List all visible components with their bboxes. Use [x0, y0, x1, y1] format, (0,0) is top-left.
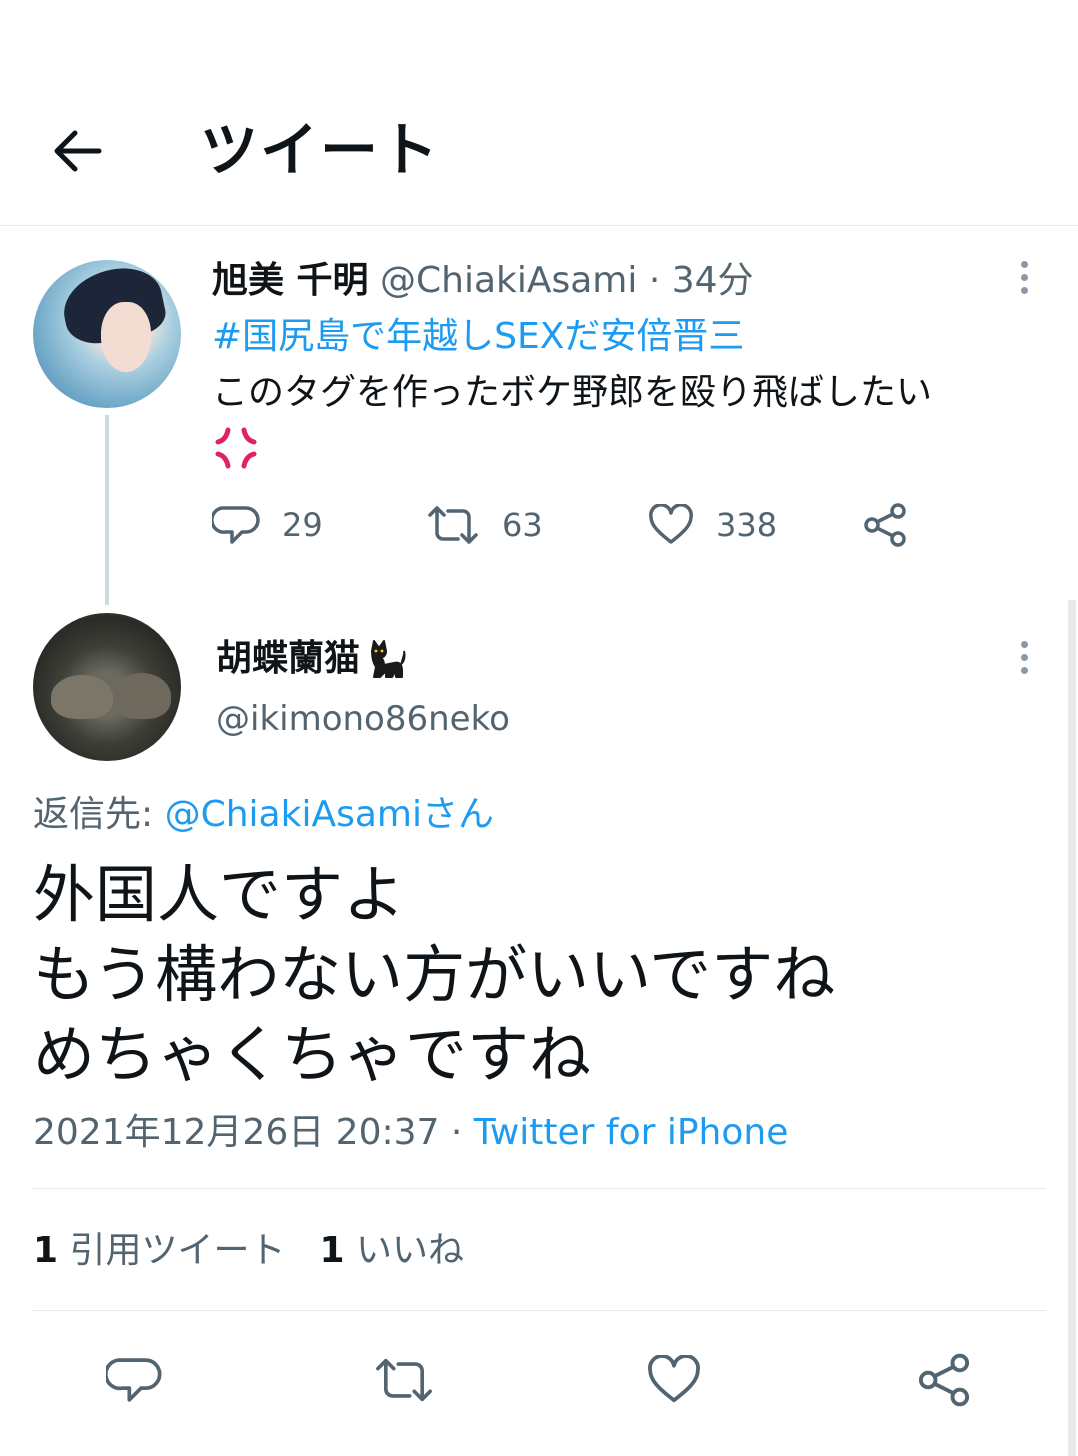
more-options-icon[interactable]: [1004, 637, 1044, 677]
like-label: いいね: [356, 1230, 465, 1271]
top-bar: ツイート: [0, 0, 1078, 226]
like-count: 338: [716, 506, 778, 544]
like-button[interactable]: 338: [648, 495, 777, 555]
reply-count: 29: [282, 506, 323, 544]
thread-connector: [105, 415, 109, 605]
reply-icon[interactable]: [102, 1348, 166, 1412]
reply-context: 返信先: @ChiakiAsamiさん: [33, 788, 494, 842]
tweet-text-line: めちゃくちゃですね: [33, 1018, 592, 1091]
tweet-metadata: 2021年12月26日 20:37 · Twitter for iPhone: [33, 1106, 788, 1160]
like-count: 1: [319, 1230, 345, 1271]
avatar[interactable]: [33, 260, 181, 408]
tweet-author-line: 旭美 千明 @ChiakiAsami · 34分: [212, 254, 754, 308]
quote-count: 1: [33, 1230, 59, 1271]
likes-stat[interactable]: 1 いいね: [320, 1224, 465, 1278]
reply-to-mention[interactable]: @ChiakiAsamiさん: [165, 794, 494, 835]
share-icon: [864, 503, 906, 547]
author-name[interactable]: 旭美 千明: [212, 260, 369, 301]
reply-icon: [212, 506, 260, 544]
author-name-line[interactable]: 胡蝶蘭猫: [216, 632, 408, 686]
tweet-text: 外国人ですよ もう構わない方がいいですね めちゃくちゃですね: [33, 855, 835, 1095]
author-handle[interactable]: @ChiakiAsami: [380, 260, 637, 301]
reply-to-label: 返信先:: [33, 794, 154, 835]
more-options-icon[interactable]: [1004, 257, 1044, 297]
tweet-text-line: 外国人ですよ: [33, 858, 406, 931]
divider: [33, 1310, 1046, 1311]
separator: ·: [648, 260, 661, 301]
page-title: ツイート: [200, 116, 441, 184]
heart-icon: [649, 504, 693, 544]
tweet-text-line: もう構わない方がいいですね: [33, 938, 836, 1011]
share-button[interactable]: [862, 495, 908, 555]
anger-emoji-icon: [214, 426, 258, 470]
quote-label: 引用ツイート: [69, 1230, 286, 1271]
retweet-button[interactable]: 63: [426, 495, 543, 555]
tweet-time[interactable]: 34分: [672, 260, 754, 301]
black-cat-icon: [371, 640, 406, 678]
retweet-icon: [428, 506, 478, 544]
hashtag-link[interactable]: #国尻島で年越しSEXだ安倍晋三: [212, 310, 744, 364]
back-arrow-icon[interactable]: [44, 118, 110, 184]
divider: [33, 1188, 1046, 1189]
share-icon[interactable]: [912, 1348, 976, 1412]
tweet-text: このタグを作ったボケ野郎を殴り飛ばしたい: [212, 372, 933, 413]
author-name: 胡蝶蘭猫: [216, 638, 361, 679]
scrollbar[interactable]: [1068, 600, 1076, 1456]
tweet-date[interactable]: 2021年12月26日 20:37: [33, 1112, 439, 1153]
tweet-source[interactable]: Twitter for iPhone: [474, 1112, 789, 1153]
tweet-actions: 29 63 338: [212, 495, 972, 555]
separator: ·: [450, 1112, 463, 1153]
author-handle[interactable]: @ikimono86neko: [216, 692, 510, 746]
retweet-icon[interactable]: [372, 1348, 436, 1412]
avatar[interactable]: [33, 613, 181, 761]
retweet-count: 63: [502, 506, 543, 544]
quote-tweets-stat[interactable]: 1 引用ツイート: [33, 1224, 286, 1278]
heart-icon[interactable]: [642, 1348, 706, 1412]
reply-button[interactable]: 29: [212, 495, 323, 555]
tweet-stats: 1 引用ツイート 1 いいね: [33, 1224, 464, 1278]
tweet-action-bar: [0, 1340, 1078, 1420]
